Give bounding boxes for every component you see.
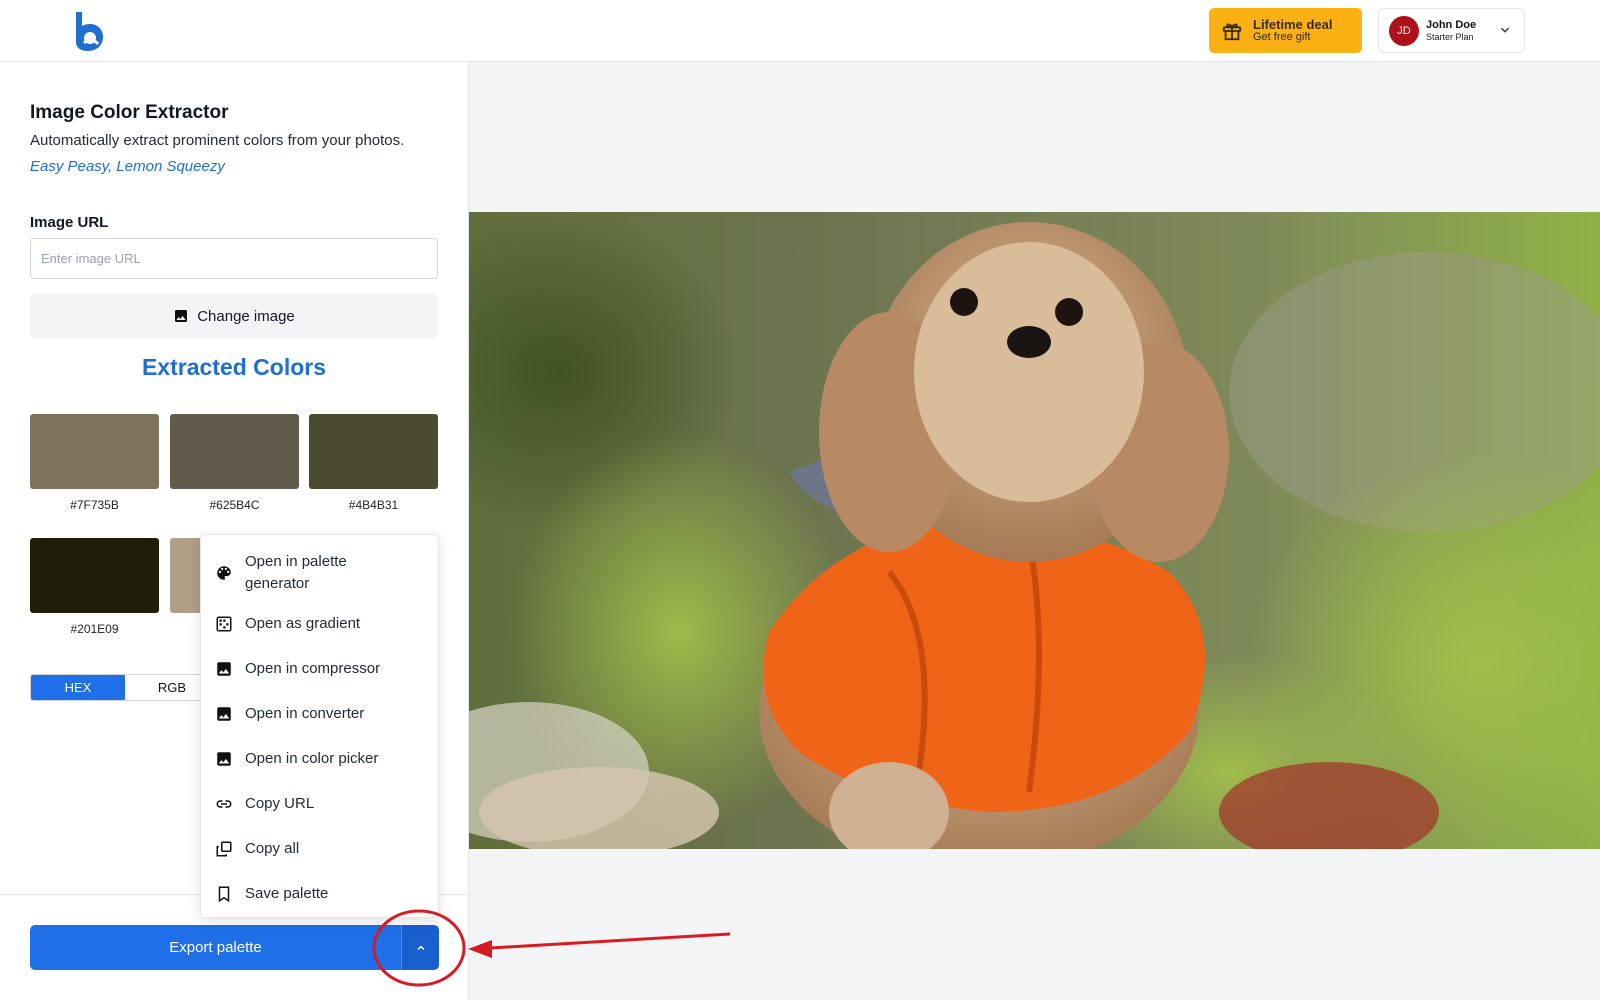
menu-item-color-picker[interactable]: Open in color picker — [201, 736, 438, 781]
export-menu-toggle-button[interactable] — [401, 925, 439, 970]
image-url-input[interactable] — [30, 238, 438, 279]
image-icon — [217, 751, 231, 766]
menu-item-label: Save palette — [245, 884, 329, 902]
menu-item-save-palette[interactable]: Save palette — [201, 871, 438, 916]
menu-item-converter[interactable]: Open in converter — [201, 691, 438, 736]
change-image-button[interactable]: Change image — [30, 294, 438, 338]
page-title: Image Color Extractor — [30, 102, 229, 123]
arrow-head-icon — [468, 940, 492, 958]
change-image-label: Change image — [197, 307, 295, 325]
user-plan: Starter Plan — [1426, 31, 1474, 42]
image-icon — [217, 706, 231, 721]
swatch-label: #201E09 — [70, 622, 119, 636]
image-preview — [469, 212, 1600, 849]
copy-icon — [216, 841, 232, 856]
color-swatch[interactable] — [309, 414, 438, 489]
color-swatch[interactable] — [170, 414, 299, 489]
user-info: John Doe Starter Plan — [1426, 19, 1476, 42]
menu-item-label: Open in compressor — [245, 659, 381, 677]
swatch-label: #4B4B31 — [348, 498, 399, 512]
image-url-label: Image URL — [30, 214, 109, 231]
link-icon — [216, 799, 232, 808]
menu-item-label: Copy all — [245, 839, 300, 857]
swatch-label: #625B4C — [209, 498, 260, 512]
menu-item-label: Open in color picker — [245, 749, 379, 767]
deal-title: Lifetime deal — [1253, 16, 1333, 32]
color-swatch[interactable] — [30, 538, 159, 613]
gradient-icon — [216, 616, 232, 631]
deal-text: Lifetime deal Get free gift — [1253, 18, 1332, 43]
menu-item-label: Open in palette generator — [245, 553, 347, 592]
lifetime-deal-button[interactable]: Lifetime deal Get free gift — [1209, 8, 1362, 53]
image-icon — [175, 310, 188, 322]
export-dropdown-menu: Open in palette generator Open as gradie… — [200, 534, 439, 918]
menu-item-label: Copy URL — [245, 794, 315, 812]
avatar: JD — [1389, 15, 1419, 46]
menu-item-palette-generator[interactable]: Open in palette generator — [201, 545, 438, 601]
brand-logo-icon[interactable] — [70, 10, 110, 52]
dog-photo-image — [469, 212, 1600, 849]
color-swatch[interactable] — [30, 414, 159, 489]
top-header: Lifetime deal Get free gift JD John Doe … — [0, 0, 1600, 62]
extracted-colors-title: Extracted Colors — [141, 354, 327, 380]
menu-item-label: Open in converter — [245, 704, 365, 722]
menu-item-copy-url[interactable]: Copy URL — [201, 781, 438, 826]
bookmark-icon — [218, 886, 230, 902]
color-format-toggle: HEX RGB — [30, 674, 220, 701]
annotation-arrow — [489, 932, 731, 950]
user-name: John Doe — [1426, 19, 1477, 31]
menu-item-gradient[interactable]: Open as gradient — [201, 601, 438, 646]
menu-item-copy-all[interactable]: Copy all — [201, 826, 438, 871]
format-hex-button[interactable]: HEX — [31, 675, 125, 700]
export-palette-button[interactable]: Export palette — [30, 925, 401, 970]
menu-item-label: Open as gradient — [245, 614, 361, 632]
gift-icon — [1222, 23, 1242, 40]
swatch-label: #7F735B — [70, 498, 119, 512]
page-description: Automatically extract prominent colors f… — [30, 132, 405, 149]
user-menu-button[interactable]: JD John Doe Starter Plan — [1378, 8, 1525, 53]
chevron-down-icon — [1500, 27, 1510, 33]
palette-icon — [217, 566, 231, 580]
menu-item-compressor[interactable]: Open in compressor — [201, 646, 438, 691]
image-icon — [217, 661, 231, 676]
chevron-up-icon — [416, 944, 425, 950]
tagline: Easy Peasy, Lemon Squeezy — [30, 158, 225, 175]
deal-subtitle: Get free gift — [1253, 30, 1311, 43]
